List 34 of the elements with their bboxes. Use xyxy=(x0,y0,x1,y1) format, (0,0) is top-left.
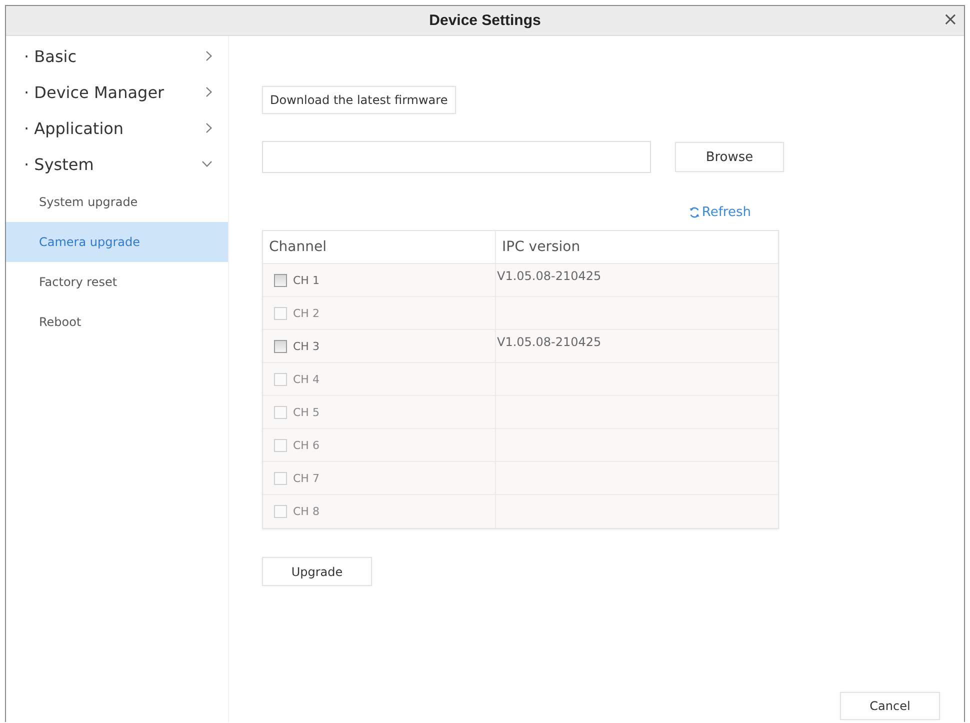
sidebar-item[interactable]: · Device Manager xyxy=(6,74,228,110)
table-cell-text: V1.05.08-210425 xyxy=(496,268,602,283)
sidebar-subitem[interactable]: System upgrade xyxy=(6,182,228,222)
close-button[interactable]: × xyxy=(938,9,962,31)
file-path-field[interactable] xyxy=(262,141,651,173)
sidebar-item[interactable]: · System xyxy=(6,146,228,182)
checkbox[interactable] xyxy=(274,274,287,286)
upgrade-button[interactable]: Upgrade xyxy=(262,557,372,586)
chevron-right-icon xyxy=(206,123,212,133)
sidebar-subitem[interactable]: Factory reset xyxy=(6,262,228,302)
channel-label: CH 7 xyxy=(293,472,320,484)
refresh-link[interactable]: Refresh xyxy=(688,205,751,220)
channel-label: CH 5 xyxy=(293,406,320,418)
channel-label: CH 1 xyxy=(293,274,320,286)
cancel-button[interactable]: Cancel xyxy=(840,692,940,720)
column-header: Channel xyxy=(263,231,496,263)
chevron-down-icon xyxy=(202,161,212,167)
chevron-right-icon xyxy=(206,51,212,61)
window-title: Device Settings xyxy=(429,12,541,29)
channel-label: CH 4 xyxy=(293,372,320,386)
checkbox[interactable] xyxy=(274,340,287,352)
download-firmware-button[interactable]: Download the latest firmware xyxy=(262,86,456,114)
column-header: IPC version xyxy=(501,238,582,257)
sidebar-item[interactable]: · Application xyxy=(6,110,228,146)
refresh-icon xyxy=(688,207,700,218)
sidebar-subitem[interactable]: Reboot xyxy=(6,302,228,342)
chevron-right-icon xyxy=(206,87,212,97)
channel-label: CH 8 xyxy=(293,505,320,518)
sidebar-item[interactable]: · Basic xyxy=(6,38,228,74)
table-cell-text: V1.05.08-210425 xyxy=(496,334,602,349)
channel-label: CH 3 xyxy=(293,340,320,352)
channel-label: CH 2 xyxy=(293,306,320,320)
channel-label: CH 6 xyxy=(293,438,320,452)
browse-button[interactable]: Browse xyxy=(675,142,784,172)
